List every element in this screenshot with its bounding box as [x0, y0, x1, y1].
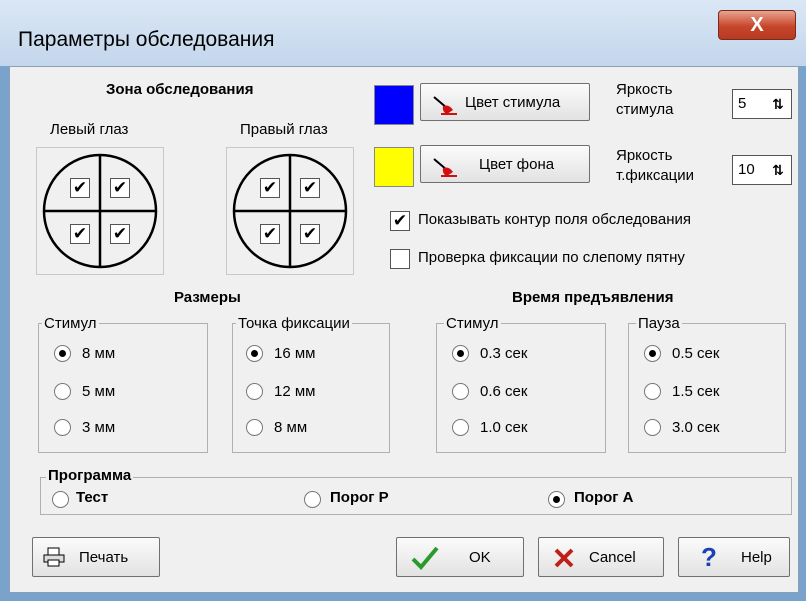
program-group-label: Программа: [46, 467, 134, 484]
cancel-button[interactable]: Cancel: [538, 537, 664, 577]
close-button[interactable]: X: [718, 10, 796, 40]
fixation-brightness-label-2: т.фиксации: [616, 167, 695, 184]
dialog-window: Параметры обследования X Зона обследован…: [0, 0, 806, 601]
cross-icon: [554, 548, 574, 568]
left-eye-field: ✔ ✔ ✔ ✔: [36, 147, 164, 275]
left-eye-quadrant-ul[interactable]: ✔: [70, 178, 90, 198]
cancel-label: Cancel: [589, 549, 636, 566]
stimulus-color-button[interactable]: Цвет стимула: [420, 83, 590, 121]
stimulus-time-10-label: 1.0 сек: [480, 419, 528, 436]
brush-icon: [433, 96, 457, 115]
fixation-size-radio-12[interactable]: [246, 383, 263, 400]
spin-arrows-icon[interactable]: ⇅: [768, 93, 788, 115]
show-contour-label: Показывать контур поля обследования: [418, 211, 691, 228]
stimulus-size-group-label: Стимул: [42, 315, 99, 332]
right-eye-label: Правый глаз: [240, 121, 328, 138]
pause-time-group-label: Пауза: [636, 315, 682, 332]
title-bar: Параметры обследования X: [0, 0, 806, 66]
timing-heading: Время предъявления: [512, 289, 674, 306]
stimulus-size-radio-3[interactable]: [54, 419, 71, 436]
right-eye-quadrant-ul[interactable]: ✔: [260, 178, 280, 198]
program-threshold-a-label: Порог А: [574, 489, 634, 506]
program-radio-threshold-r[interactable]: [304, 491, 321, 508]
fixation-brightness-value: 10: [738, 161, 755, 178]
print-label: Печать: [79, 549, 129, 566]
pause-time-15-label: 1.5 сек: [672, 383, 720, 400]
fixation-size-16-label: 16 мм: [274, 345, 316, 362]
ok-label: OK: [469, 549, 491, 566]
program-group: [40, 477, 792, 515]
left-eye-circle-icon: [42, 153, 158, 269]
printer-icon: [43, 547, 65, 567]
program-radio-threshold-a[interactable]: [548, 491, 565, 508]
pause-time-30-label: 3.0 сек: [672, 419, 720, 436]
blind-spot-label: Проверка фиксации по слепому пятну: [418, 249, 685, 266]
fixation-size-12-label: 12 мм: [274, 383, 316, 400]
spin-arrows-icon[interactable]: ⇅: [768, 159, 788, 181]
stimulus-time-03-label: 0.3 сек: [480, 345, 528, 362]
show-contour-checkbox[interactable]: ✔: [390, 211, 410, 231]
dialog-client: Зона обследования Левый глаз Правый глаз…: [9, 66, 799, 593]
pause-time-radio-05[interactable]: [644, 345, 661, 362]
blind-spot-checkbox[interactable]: [390, 249, 410, 269]
fixation-brightness-label-1: Яркость: [616, 147, 673, 164]
stimulus-brightness-label-2: стимула: [616, 101, 674, 118]
help-button[interactable]: ? Help: [678, 537, 790, 577]
stimulus-time-group-label: Стимул: [444, 315, 501, 332]
background-color-swatch: [374, 147, 414, 187]
sizes-heading: Размеры: [174, 289, 241, 306]
brush-icon: [433, 158, 457, 177]
stimulus-brightness-label-1: Яркость: [616, 81, 673, 98]
stimulus-time-06-label: 0.6 сек: [480, 383, 528, 400]
program-threshold-r-label: Порог Р: [330, 489, 389, 506]
stimulus-size-radio-5[interactable]: [54, 383, 71, 400]
right-eye-quadrant-ll[interactable]: ✔: [260, 224, 280, 244]
background-color-button[interactable]: Цвет фона: [420, 145, 590, 183]
stimulus-time-radio-03[interactable]: [452, 345, 469, 362]
stimulus-size-3-label: 3 мм: [82, 419, 116, 436]
pause-time-05-label: 0.5 сек: [672, 345, 720, 362]
fixation-size-8-label: 8 мм: [274, 419, 308, 436]
stimulus-brightness-spinner[interactable]: 5 ⇅: [732, 89, 792, 119]
program-radio-test[interactable]: [52, 491, 69, 508]
help-label: Help: [741, 549, 772, 566]
fixation-size-radio-8[interactable]: [246, 419, 263, 436]
window-title: Параметры обследования: [18, 28, 275, 51]
background-color-label: Цвет фона: [479, 156, 555, 173]
stimulus-time-radio-10[interactable]: [452, 419, 469, 436]
fixation-brightness-spinner[interactable]: 10 ⇅: [732, 155, 792, 185]
fixation-size-radio-16[interactable]: [246, 345, 263, 362]
stimulus-size-radio-8[interactable]: [54, 345, 71, 362]
stimulus-time-radio-06[interactable]: [452, 383, 469, 400]
right-eye-field: ✔ ✔ ✔ ✔: [226, 147, 354, 275]
question-icon: ?: [701, 542, 717, 572]
left-eye-quadrant-ll[interactable]: ✔: [70, 224, 90, 244]
zone-heading: Зона обследования: [106, 81, 254, 98]
stimulus-color-swatch: [374, 85, 414, 125]
program-test-label: Тест: [76, 489, 109, 506]
right-eye-quadrant-lr[interactable]: ✔: [300, 224, 320, 244]
left-eye-quadrant-ur[interactable]: ✔: [110, 178, 130, 198]
left-eye-label: Левый глаз: [50, 121, 129, 138]
pause-time-radio-30[interactable]: [644, 419, 661, 436]
checkmark-icon: [411, 546, 439, 570]
stimulus-color-label: Цвет стимула: [465, 94, 561, 111]
stimulus-brightness-value: 5: [738, 95, 747, 112]
right-eye-circle-icon: [232, 153, 348, 269]
pause-time-radio-15[interactable]: [644, 383, 661, 400]
left-eye-quadrant-lr[interactable]: ✔: [110, 224, 130, 244]
stimulus-size-5-label: 5 мм: [82, 383, 116, 400]
ok-button[interactable]: OK: [396, 537, 524, 577]
right-eye-quadrant-ur[interactable]: ✔: [300, 178, 320, 198]
print-button[interactable]: Печать: [32, 537, 160, 577]
close-icon: X: [750, 14, 764, 36]
fixation-size-group-label: Точка фиксации: [236, 315, 352, 332]
stimulus-size-8-label: 8 мм: [82, 345, 116, 362]
